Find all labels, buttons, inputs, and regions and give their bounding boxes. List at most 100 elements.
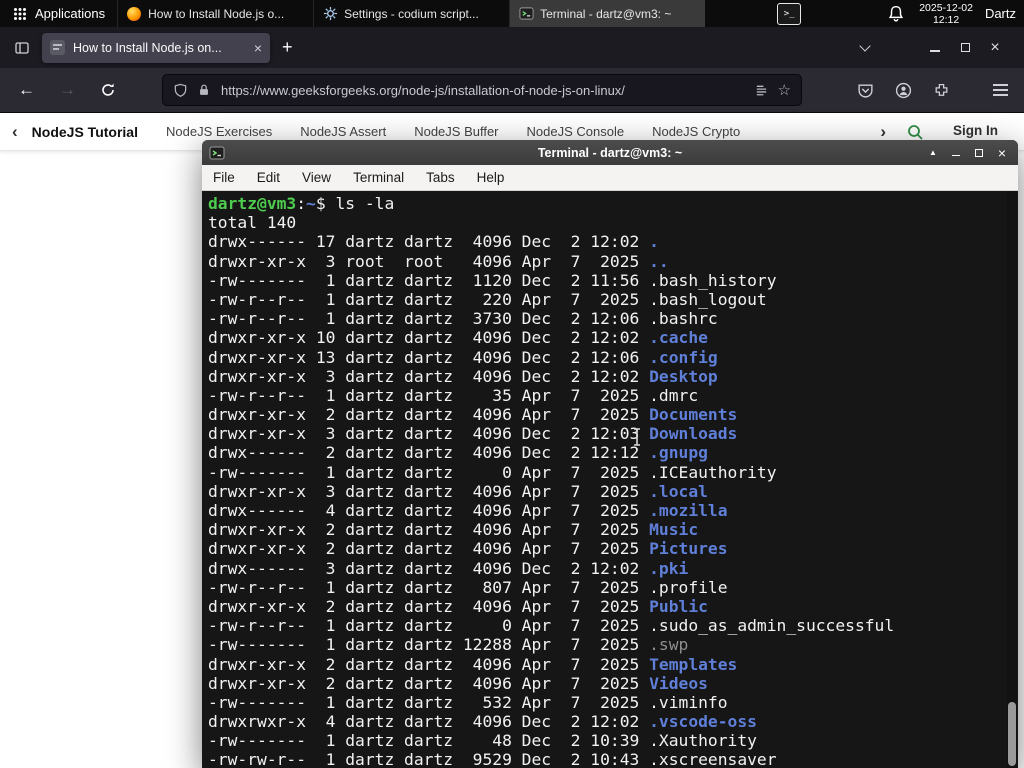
account-icon[interactable] <box>895 82 912 99</box>
terminal-output-line: drwxr-xr-x 10 dartz dartz 4096 Dec 2 12:… <box>208 328 1017 347</box>
file-meta: drwx------ 17 dartz dartz 4096 Dec 2 12:… <box>208 232 650 252</box>
terminal-output-line: -rw-r--r-- 1 dartz dartz 3730 Dec 2 12:0… <box>208 309 1017 328</box>
file-name: . <box>649 232 659 252</box>
panel-username[interactable]: Dartz <box>985 6 1016 21</box>
terminal-output-line: drwx------ 4 dartz dartz 4096 Apr 7 2025… <box>208 501 1017 520</box>
terminal-output-line: -rw-r--r-- 1 dartz dartz 807 Apr 7 2025 … <box>208 578 1017 597</box>
terminal-output-line: -rw------- 1 dartz dartz 48 Dec 2 10:39 … <box>208 731 1017 750</box>
search-icon[interactable] <box>906 123 924 141</box>
terminal-output-line: drwx------ 3 dartz dartz 4096 Dec 2 12:0… <box>208 559 1017 578</box>
file-meta: -rw------- 1 dartz dartz 48 Dec 2 10:39 <box>208 731 650 751</box>
pocket-icon[interactable] <box>857 82 874 99</box>
file-name: Music <box>649 520 699 540</box>
terminal-titlebar[interactable]: Terminal - dartz@vm3: ~ ▲ × <box>202 140 1018 165</box>
terminal-menu-file[interactable]: File <box>202 170 246 185</box>
gfg-nav-item[interactable]: NodeJS Exercises <box>166 124 272 139</box>
forward-button[interactable]: → <box>59 80 76 100</box>
file-meta: drwx------ 3 dartz dartz 4096 Dec 2 12:0… <box>208 558 650 578</box>
nav-scroll-left-icon[interactable]: ‹ <box>12 122 18 142</box>
lock-icon[interactable] <box>197 83 212 98</box>
prompt-symbol: $ <box>315 194 326 213</box>
url-bar[interactable]: https://www.geeksforgeeks.org/node-js/in… <box>162 74 802 106</box>
bookmark-star-icon[interactable]: ☆ <box>778 83 791 98</box>
file-meta: -rw------- 1 dartz dartz 1120 Dec 2 11:5… <box>208 270 650 290</box>
prompt-path: ~ <box>306 194 316 213</box>
terminal-output-line: drwxr-xr-x 2 dartz dartz 4096 Apr 7 2025… <box>208 539 1017 558</box>
gfg-nav-active-item[interactable]: NodeJS Tutorial <box>32 124 138 140</box>
terminal-shade-button[interactable]: ▲ <box>925 145 941 161</box>
gfg-nav-item[interactable]: NodeJS Crypto <box>652 124 740 139</box>
menu-hamburger-icon[interactable] <box>993 89 1008 91</box>
list-all-tabs-chevron-icon[interactable] <box>850 34 880 62</box>
terminal-output-line: drwxr-xr-x 2 dartz dartz 4096 Apr 7 2025… <box>208 597 1017 616</box>
new-tab-button[interactable]: + <box>282 37 293 58</box>
tray-terminal-icon[interactable]: >_ <box>777 2 802 25</box>
file-meta: drwx------ 2 dartz dartz 4096 Dec 2 12:1… <box>208 443 650 463</box>
notifications-bell-icon[interactable] <box>887 5 905 23</box>
file-meta: -rw-r--r-- 1 dartz dartz 3730 Dec 2 12:0… <box>208 309 650 329</box>
reload-icon[interactable] <box>100 82 116 98</box>
terminal-output-line: drwx------ 2 dartz dartz 4096 Dec 2 12:1… <box>208 443 1017 462</box>
terminal-close-button[interactable]: × <box>994 145 1010 161</box>
gfg-nav-items: NodeJS Exercises NodeJS Assert NodeJS Buff… <box>166 124 741 139</box>
terminal-scrollbar-thumb[interactable] <box>1008 702 1016 766</box>
tab-close-icon[interactable]: × <box>254 41 262 55</box>
panel-window-button[interactable]: How to Install Node.js o... <box>117 0 313 27</box>
terminal-menu-edit[interactable]: Edit <box>246 170 291 185</box>
terminal-maximize-button[interactable] <box>971 145 987 161</box>
browser-toolbar: ← → https://www.geeksforgeeks.org/node-j… <box>0 68 1024 113</box>
gfg-nav-item[interactable]: NodeJS Assert <box>300 124 386 139</box>
shield-icon[interactable] <box>173 83 188 98</box>
file-name: .ICEauthority <box>649 462 777 482</box>
reader-mode-icon[interactable] <box>754 83 769 98</box>
panel-window-button[interactable]: Terminal - dartz@vm3: ~ <box>509 0 706 27</box>
file-meta: drwxr-xr-x 2 dartz dartz 4096 Apr 7 2025 <box>208 654 650 674</box>
terminal-output-line: -rw------- 1 dartz dartz 0 Apr 7 2025 .I… <box>208 463 1017 482</box>
terminal-menu-view[interactable]: View <box>291 170 342 185</box>
clock-time: 12:12 <box>932 13 960 26</box>
toolbar-right-icons <box>857 82 1008 99</box>
terminal-output-line: drwxr-xr-x 3 dartz dartz 4096 Dec 2 12:0… <box>208 424 1017 443</box>
panel-window-button[interactable]: Settings - codium script... <box>313 0 509 27</box>
browser-tab[interactable]: How to Install Node.js on... × <box>42 32 270 63</box>
extensions-puzzle-icon[interactable] <box>933 82 950 99</box>
file-name: .sudo_as_admin_successful <box>649 616 895 636</box>
file-name: Videos <box>649 673 708 693</box>
applications-menu-button[interactable]: Applications <box>0 0 117 27</box>
panel-clock[interactable]: 2025-12-02 12:12 <box>919 2 973 26</box>
sign-in-button[interactable]: Sign In <box>953 123 998 138</box>
url-text[interactable]: https://www.geeksforgeeks.org/node-js/in… <box>221 83 745 98</box>
window-maximize-button[interactable] <box>950 34 980 62</box>
file-name: .bash_history <box>649 270 777 290</box>
terminal-menu-help[interactable]: Help <box>466 170 516 185</box>
file-meta: drwxr-xr-x 2 dartz dartz 4096 Apr 7 2025 <box>208 596 650 616</box>
file-meta: drwxr-xr-x 2 dartz dartz 4096 Apr 7 2025 <box>208 673 650 693</box>
terminal-output-line: -rw-r--r-- 1 dartz dartz 0 Apr 7 2025 .s… <box>208 616 1017 635</box>
file-meta: drwxrwxr-x 4 dartz dartz 4096 Dec 2 12:0… <box>208 712 650 732</box>
file-name: Public <box>649 596 708 616</box>
firefox-view-icon[interactable] <box>12 38 32 58</box>
desktop: Applications How to Install Node.js o...… <box>0 0 1024 768</box>
file-name: Downloads <box>649 424 738 444</box>
terminal-output[interactable]: dartz@vm3:~$ ls -la total 140 drwx------ 17… <box>203 191 1017 768</box>
terminal-menubar: File Edit View Terminal Tabs Help <box>202 165 1018 191</box>
file-meta: drwx------ 4 dartz dartz 4096 Apr 7 2025 <box>208 501 650 520</box>
gfg-nav-item[interactable]: NodeJS Buffer <box>414 124 498 139</box>
gfg-nav-item[interactable]: NodeJS Console <box>527 124 625 139</box>
desktop-panel: Applications How to Install Node.js o...… <box>0 0 1024 27</box>
window-minimize-button[interactable] <box>920 34 950 62</box>
terminal-minimize-button[interactable] <box>948 145 964 161</box>
terminal-scrollbar[interactable] <box>1007 191 1017 768</box>
terminal-menu-tabs[interactable]: Tabs <box>415 170 466 185</box>
mouse-text-cursor-icon <box>632 428 642 451</box>
file-meta: drwxr-xr-x 3 root root 4096 Apr 7 2025 <box>208 251 650 271</box>
window-close-button[interactable]: × <box>980 34 1010 62</box>
file-meta: -rw------- 1 dartz dartz 12288 Apr 7 202… <box>208 635 650 655</box>
file-meta: drwxr-xr-x 13 dartz dartz 4096 Dec 2 12:… <box>208 347 650 367</box>
file-name: .Xauthority <box>649 731 757 751</box>
terminal-output-line: -rw-r--r-- 1 dartz dartz 220 Apr 7 2025 … <box>208 290 1017 309</box>
file-meta: drwxr-xr-x 2 dartz dartz 4096 Apr 7 2025 <box>208 405 650 425</box>
terminal-menu-terminal[interactable]: Terminal <box>342 170 415 185</box>
back-button[interactable]: ← <box>18 80 35 100</box>
terminal-output-line: -rw------- 1 dartz dartz 532 Apr 7 2025 … <box>208 693 1017 712</box>
